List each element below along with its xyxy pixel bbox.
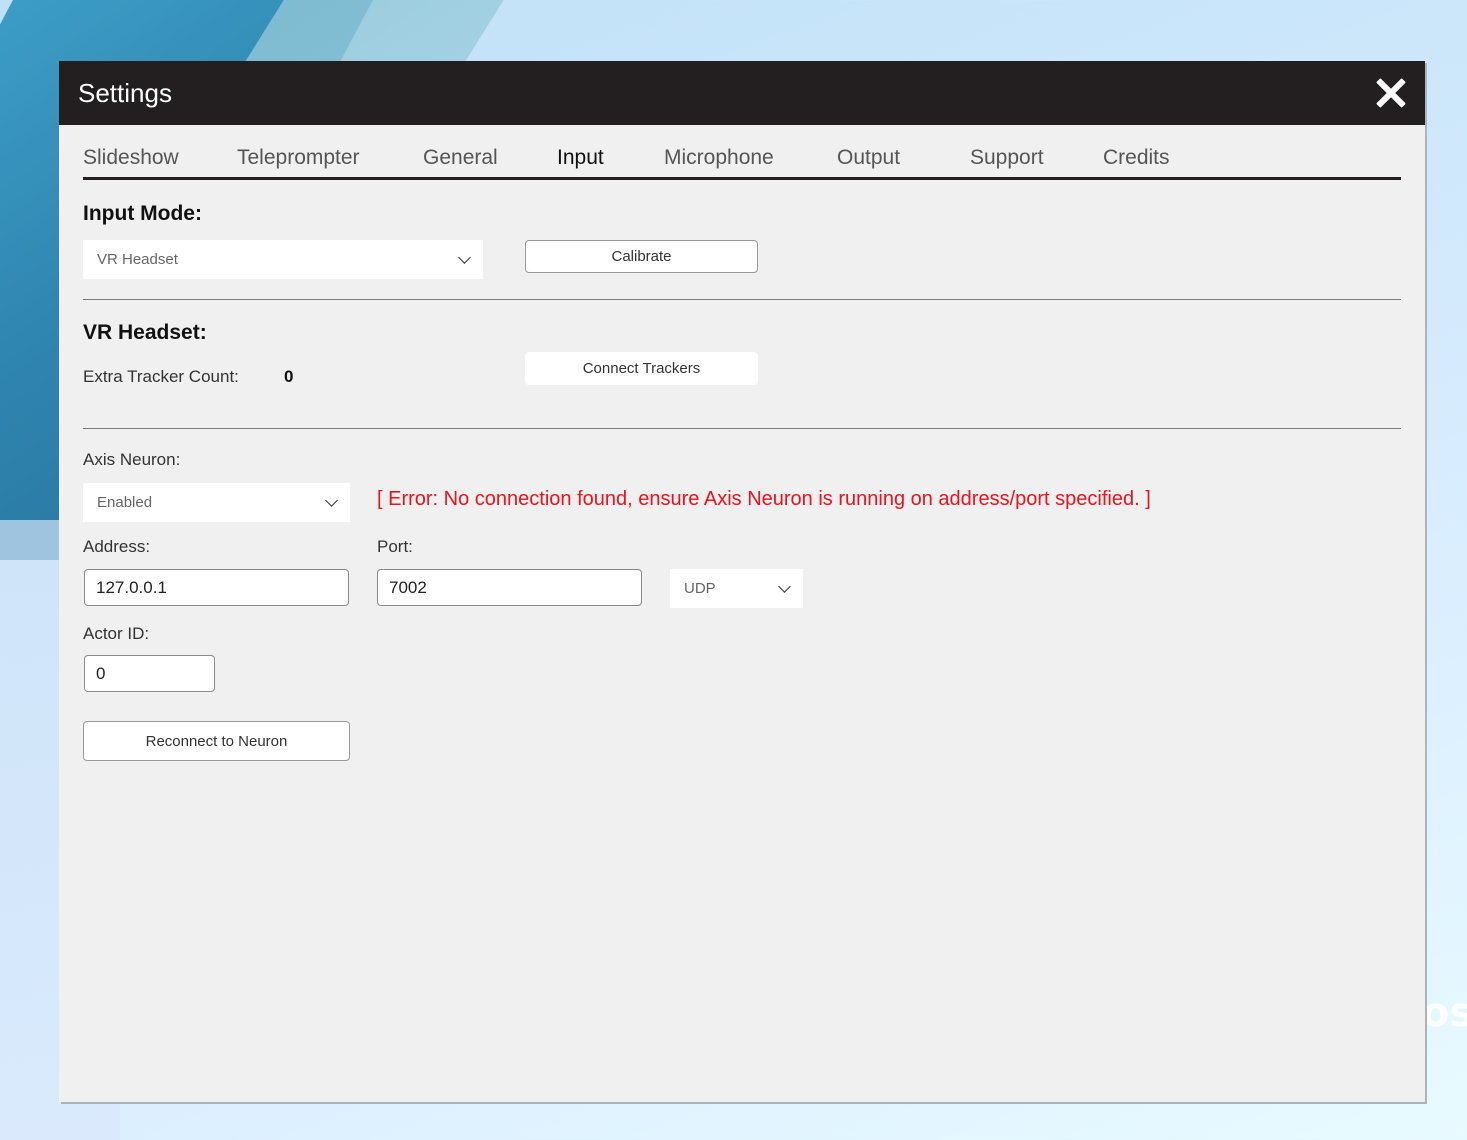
- connection-error-message: [ Error: No connection found, ensure Axi…: [377, 488, 1151, 510]
- axis-neuron-selected: Enabled: [97, 494, 153, 511]
- chevron-down-icon: [778, 579, 791, 593]
- chevron-down-icon: [458, 250, 471, 264]
- tab-input[interactable]: Input: [557, 146, 604, 170]
- reconnect-neuron-button[interactable]: Reconnect to Neuron: [83, 721, 350, 761]
- vr-headset-heading: VR Headset:: [83, 321, 207, 344]
- background-text: os: [1422, 990, 1467, 1036]
- dialog-title: Settings: [78, 77, 172, 108]
- input-mode-heading: Input Mode:: [83, 202, 202, 225]
- protocol-selected: UDP: [684, 580, 716, 597]
- tab-slideshow[interactable]: Slideshow: [83, 146, 179, 170]
- tracker-count-value: 0: [284, 367, 294, 386]
- title-bar: Settings: [59, 61, 1425, 125]
- tab-teleprompter[interactable]: Teleprompter: [237, 146, 360, 170]
- address-label: Address:: [83, 537, 151, 556]
- actor-id-label: Actor ID:: [83, 624, 150, 643]
- chevron-down-icon: [325, 493, 338, 507]
- input-mode-select[interactable]: VR Headset: [83, 240, 483, 279]
- address-field[interactable]: 127.0.0.1: [84, 569, 349, 606]
- divider: [83, 299, 1401, 300]
- tab-microphone[interactable]: Microphone: [664, 146, 774, 170]
- port-field[interactable]: 7002: [377, 569, 642, 606]
- settings-dialog: Settings Slideshow Teleprompter General …: [59, 61, 1425, 1102]
- axis-neuron-select[interactable]: Enabled: [83, 483, 350, 522]
- calibrate-button[interactable]: Calibrate: [525, 240, 758, 273]
- tab-output[interactable]: Output: [837, 146, 900, 170]
- tab-general[interactable]: General: [423, 146, 498, 170]
- tab-support[interactable]: Support: [970, 146, 1044, 170]
- close-icon[interactable]: [1375, 77, 1407, 109]
- tab-bar: Slideshow Teleprompter General Input Mic…: [83, 125, 1401, 180]
- axis-neuron-label: Axis Neuron:: [83, 450, 181, 469]
- protocol-select[interactable]: UDP: [670, 569, 803, 608]
- input-mode-selected: VR Headset: [97, 251, 178, 268]
- tab-credits[interactable]: Credits: [1103, 146, 1170, 170]
- port-label: Port:: [377, 537, 413, 556]
- connect-trackers-button[interactable]: Connect Trackers: [525, 352, 758, 385]
- divider: [83, 428, 1401, 429]
- actor-id-field[interactable]: 0: [84, 655, 215, 692]
- tracker-count-label: Extra Tracker Count:: [83, 367, 239, 386]
